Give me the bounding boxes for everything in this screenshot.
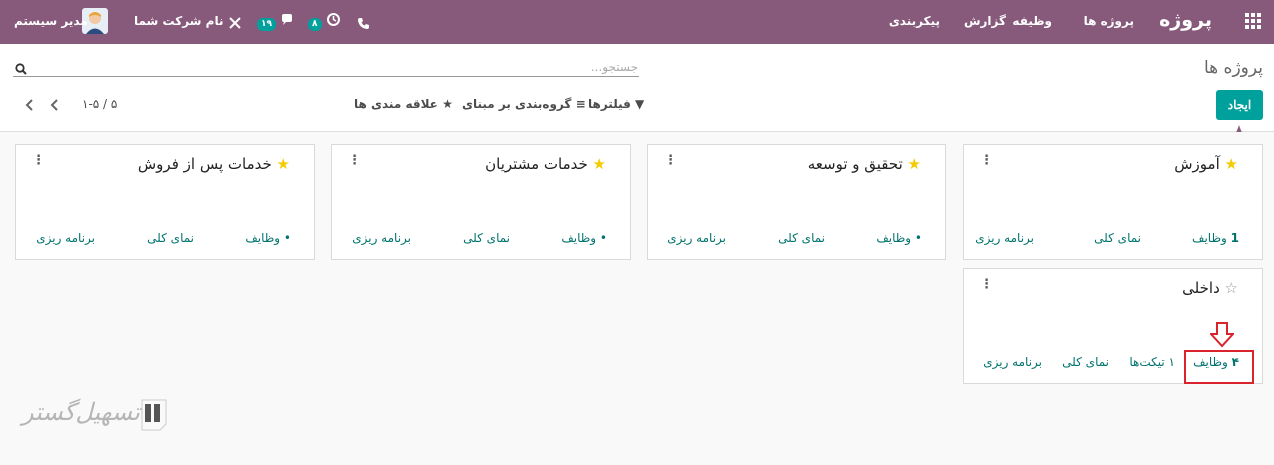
overview-link[interactable]: نمای کلی [147,231,194,245]
groupby-button[interactable]: گروه‌بندی بر مبنای ≡ [462,97,586,111]
menu-projects[interactable]: پروژه ها [1084,14,1134,28]
pager-value[interactable]: ۱-۵ / ۵ [82,97,117,111]
planning-link[interactable]: برنامه ریزی [983,355,1042,369]
pager-prev-button[interactable] [25,97,35,116]
kebab-icon[interactable]: ⋮ [980,277,993,292]
company-switcher[interactable]: نام شرکت شما [134,14,223,28]
search-icon[interactable] [15,60,27,79]
groupby-label: گروه‌بندی بر مبنای [462,97,572,111]
messages-count-badge: ۱۹ [257,18,276,31]
star-icon[interactable]: ★ [1225,155,1238,173]
clock-icon [326,13,340,26]
tasks-link[interactable]: • وظایف [561,231,607,245]
menu-tasks[interactable]: وظیفه [1012,14,1052,28]
project-card-rnd[interactable]: ★ تحقیق و توسعه ⋮ • وظایف نمای کلی برنام… [647,144,946,260]
star-icon[interactable]: ★ [593,155,606,173]
search-input[interactable] [32,58,638,76]
star-icon[interactable]: ★ [277,155,290,173]
highlight-box [1184,350,1254,384]
filters-button[interactable]: فیلترها ▼ [588,97,644,111]
tasks-link[interactable]: 1 وظایف [1192,231,1239,245]
project-name[interactable]: ★ خدمات مشتریان [485,155,606,173]
planning-link[interactable]: برنامه ریزی [352,231,411,245]
app-title[interactable]: پروژه [1159,9,1212,31]
tasks-label: وظایف [876,231,912,245]
project-name[interactable]: ★ تحقیق و توسعه [808,155,921,173]
filter-icon: ▼ [635,97,645,111]
activities-count-badge: ۸ [308,18,322,31]
project-name[interactable]: ★ خدمات پس از فروش [138,155,290,173]
planning-link[interactable]: برنامه ریزی [667,231,726,245]
create-button[interactable]: ایجاد [1216,90,1263,120]
activities-button[interactable]: ۸ [308,11,340,31]
favorites-label: علاقه مندی ها [354,97,438,111]
dot-icon: • [914,231,922,245]
tools-icon[interactable] [229,14,241,33]
project-card-customer-service[interactable]: ★ خدمات مشتریان ⋮ • وظایف نمای کلی برنام… [331,144,631,260]
tasks-link[interactable]: • وظایف [876,231,922,245]
star-outline-icon[interactable]: ☆ [1225,279,1238,297]
watermark-logo [140,398,168,436]
project-name[interactable]: ★ آموزش [1174,155,1238,173]
tasks-label: وظایف [561,231,597,245]
watermark-text: تسهیل‌گستر [22,398,140,426]
tasks-link[interactable]: • وظایف [245,231,291,245]
top-navbar: پروژه پروژه ها وظیفه گزارش پیکربندی مدیر… [0,0,1274,44]
overview-link[interactable]: نمای کلی [1094,231,1141,245]
planning-link[interactable]: برنامه ریزی [975,231,1034,245]
project-name-text: داخلی [1182,279,1220,297]
tasks-label: وظایف [1192,231,1227,245]
phone-icon[interactable] [358,14,369,33]
dot-icon: • [283,231,291,245]
dot-icon: • [599,231,607,245]
overview-link[interactable]: نمای کلی [1062,355,1109,369]
tasks-count: 1 [1230,231,1239,245]
chevron-left-icon [50,99,58,111]
star-icon: ★ [442,97,453,111]
project-card-after-sales[interactable]: ★ خدمات پس از فروش ⋮ • وظایف نمای کلی بر… [15,144,315,260]
star-icon[interactable]: ★ [908,155,921,173]
overview-link[interactable]: نمای کلی [463,231,510,245]
kebab-icon[interactable]: ⋮ [980,153,993,168]
tickets-link[interactable]: ۱ تیکت‌ها [1129,355,1175,369]
list-icon: ≡ [575,97,586,111]
tasks-label: وظایف [245,231,281,245]
kebab-icon[interactable]: ⋮ [348,153,361,168]
chat-icon [282,14,293,25]
favorites-button[interactable]: علاقه مندی ها ★ [354,97,453,111]
chevron-left-icon [25,99,33,111]
project-name[interactable]: ☆ داخلی [1182,279,1238,297]
breadcrumb: پروژه ها [1204,58,1263,78]
project-name-text: تحقیق و توسعه [807,155,903,173]
apps-grid-icon[interactable] [1245,13,1261,33]
project-name-text: آموزش [1174,155,1220,173]
overview-link[interactable]: نمای کلی [778,231,825,245]
messages-button[interactable]: ۱۹ [257,11,295,31]
kebab-icon[interactable]: ⋮ [32,153,45,168]
menu-configuration[interactable]: پیکربندی [889,14,940,28]
kebab-icon[interactable]: ⋮ [664,153,677,168]
filters-label: فیلترها [588,97,631,111]
planning-link[interactable]: برنامه ریزی [36,231,95,245]
project-name-text: خدمات پس از فروش [137,155,272,173]
user-name[interactable]: مدیر سیستم [14,14,88,28]
search-underline [13,76,639,77]
project-card-training[interactable]: ★ آموزش ⋮ 1 وظایف نمای کلی برنامه ریزی [963,144,1263,260]
project-name-text: خدمات مشتریان [485,155,588,173]
down-arrow-icon [1208,322,1236,352]
menu-reporting[interactable]: گزارش [964,14,1006,28]
pager-next-button[interactable] [50,97,60,116]
